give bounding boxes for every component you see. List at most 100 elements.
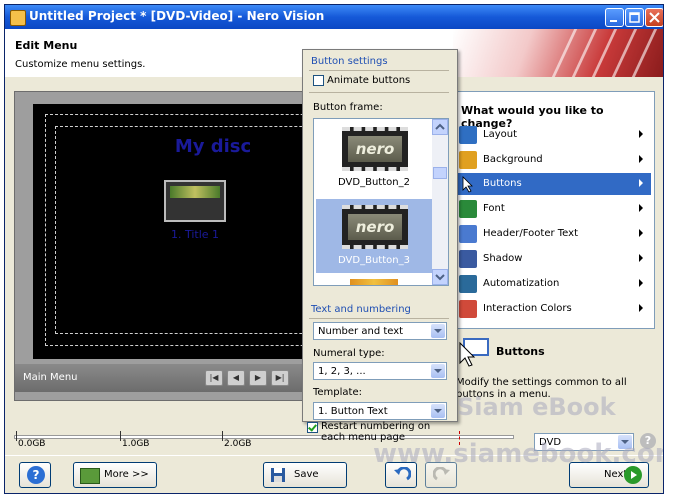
- scroll-thumb[interactable]: [433, 167, 447, 179]
- submenu-arrow-icon: [639, 204, 643, 212]
- option-label: Font: [483, 203, 505, 214]
- redo-icon: [433, 467, 450, 481]
- submenu-arrow-icon: [639, 179, 643, 187]
- dropdown-arrow-icon[interactable]: [431, 364, 445, 378]
- nero-logo: nero: [348, 214, 402, 240]
- option-font[interactable]: Font: [455, 198, 651, 220]
- dropdown-arrow-icon[interactable]: [431, 404, 445, 418]
- capacity-label: 2.0GB: [224, 439, 252, 449]
- numeral-type-select[interactable]: 1, 2, 3, ...: [313, 362, 447, 380]
- layout-icon: [459, 126, 477, 144]
- submenu-arrow-icon: [639, 304, 643, 312]
- minimize-button[interactable]: [605, 8, 624, 27]
- submenu-arrow-icon: [639, 279, 643, 287]
- close-button[interactable]: [645, 8, 663, 27]
- option-background[interactable]: Background: [455, 149, 651, 171]
- numeral-type-label: Numeral type:: [313, 348, 385, 359]
- save-button[interactable]: Save: [263, 462, 347, 488]
- option-shadow[interactable]: Shadow: [455, 248, 651, 270]
- option-label: Automatization: [483, 278, 560, 289]
- button-frame-list[interactable]: nero DVD_Button_2 nero DVD_Button_3: [313, 118, 449, 286]
- frame-list-scrollbar[interactable]: [432, 119, 448, 285]
- nav-last-icon[interactable]: ▶|: [271, 370, 289, 386]
- scroll-down-button[interactable]: [432, 269, 448, 285]
- nero-logo: nero: [348, 136, 402, 162]
- maximize-button[interactable]: [625, 8, 644, 27]
- nav-first-icon[interactable]: |◀: [205, 370, 223, 386]
- capacity-label: 0.0GB: [18, 439, 46, 449]
- more-button[interactable]: More >>: [73, 462, 157, 488]
- option-label: Interaction Colors: [483, 303, 572, 314]
- option-label: Buttons: [483, 178, 522, 189]
- capacity-tick: [16, 431, 17, 441]
- option-layout[interactable]: Layout: [455, 124, 651, 146]
- capacity-tick: [120, 431, 121, 441]
- option-buttons[interactable]: Buttons: [455, 173, 651, 195]
- title-button-thumbnail[interactable]: [164, 180, 226, 222]
- restart-numbering-label[interactable]: Restart numbering on each menu page: [321, 421, 449, 443]
- header-footer-icon: [459, 225, 477, 243]
- crown-frame-thumbnail: [350, 279, 398, 285]
- capacity-label: 1.0GB: [122, 439, 150, 449]
- help-button[interactable]: ?: [19, 462, 51, 488]
- frame-option-dvd-button-2[interactable]: nero DVD_Button_2: [316, 121, 432, 195]
- option-label: Layout: [483, 129, 517, 140]
- restart-numbering-row[interactable]: Restart numbering on each menu page: [301, 420, 451, 446]
- template-select[interactable]: 1. Button Text: [313, 402, 447, 420]
- thumbnail-image: [170, 186, 220, 198]
- frame-option-partial[interactable]: [316, 277, 432, 285]
- submenu-arrow-icon: [639, 130, 643, 138]
- change-options-panel: What would you like to change? Layout Ba…: [450, 91, 655, 329]
- title-bar[interactable]: Untitled Project * [DVD-Video] - Nero Vi…: [5, 5, 663, 29]
- template-value: 1. Button Text: [318, 406, 388, 417]
- submenu-arrow-icon: [639, 229, 643, 237]
- background-icon: [459, 151, 477, 169]
- watermark-title: Siam eBook: [457, 393, 616, 421]
- submenu-arrow-icon: [639, 254, 643, 262]
- option-header-footer-text[interactable]: Header/Footer Text: [455, 223, 651, 245]
- option-interaction-colors[interactable]: Interaction Colors: [455, 298, 651, 320]
- more-label: More >>: [104, 469, 149, 480]
- button-frame-label: Button frame:: [313, 102, 383, 113]
- template-label: Template:: [313, 387, 362, 398]
- scroll-up-button[interactable]: [432, 119, 448, 135]
- interaction-colors-icon: [459, 300, 477, 318]
- button-settings-heading: Button settings: [311, 56, 388, 67]
- button-settings-popup: Button settings Animate buttons Button f…: [302, 49, 458, 422]
- header-decoration: [453, 29, 663, 77]
- help-icon: ?: [27, 466, 45, 484]
- chevron-up-icon: [435, 123, 445, 130]
- page-title: Edit Menu: [15, 39, 78, 52]
- automatization-icon: [459, 275, 477, 293]
- nav-prev-icon[interactable]: ◀: [227, 370, 245, 386]
- floppy-disk-icon: [271, 468, 285, 482]
- option-automatization[interactable]: Automatization: [455, 273, 651, 295]
- text-mode-select[interactable]: Number and text: [313, 322, 447, 340]
- nav-next-icon[interactable]: ▶: [249, 370, 267, 386]
- dropdown-arrow-icon[interactable]: [431, 324, 445, 338]
- app-icon: [10, 10, 26, 26]
- option-label: Header/Footer Text: [483, 228, 578, 239]
- film-frame-thumbnail: nero: [342, 127, 408, 171]
- maximize-icon: [629, 12, 640, 23]
- frame-caption: DVD_Button_2: [338, 177, 410, 188]
- close-icon: [649, 12, 660, 23]
- menu-name-label: Main Menu: [23, 372, 78, 383]
- undo-icon: [394, 467, 411, 481]
- animate-buttons-label[interactable]: Animate buttons: [327, 75, 410, 86]
- option-label: Background: [483, 154, 543, 165]
- page-subtitle: Customize menu settings.: [15, 59, 146, 70]
- separator: [309, 318, 449, 319]
- restart-numbering-checkbox[interactable]: [307, 422, 318, 433]
- separator: [309, 70, 449, 71]
- frame-caption: DVD_Button_3: [338, 255, 410, 266]
- numeral-type-value: 1, 2, 3, ...: [318, 366, 366, 377]
- buttons-info-title: Buttons: [496, 345, 545, 358]
- title-button-caption[interactable]: 1. Title 1: [153, 228, 237, 241]
- frame-option-dvd-button-3[interactable]: nero DVD_Button_3: [316, 199, 432, 273]
- font-icon: [459, 200, 477, 218]
- option-label: Shadow: [483, 253, 523, 264]
- chevron-down-icon: [435, 274, 445, 281]
- film-frame-thumbnail: nero: [342, 205, 408, 249]
- animate-buttons-checkbox[interactable]: [313, 75, 324, 86]
